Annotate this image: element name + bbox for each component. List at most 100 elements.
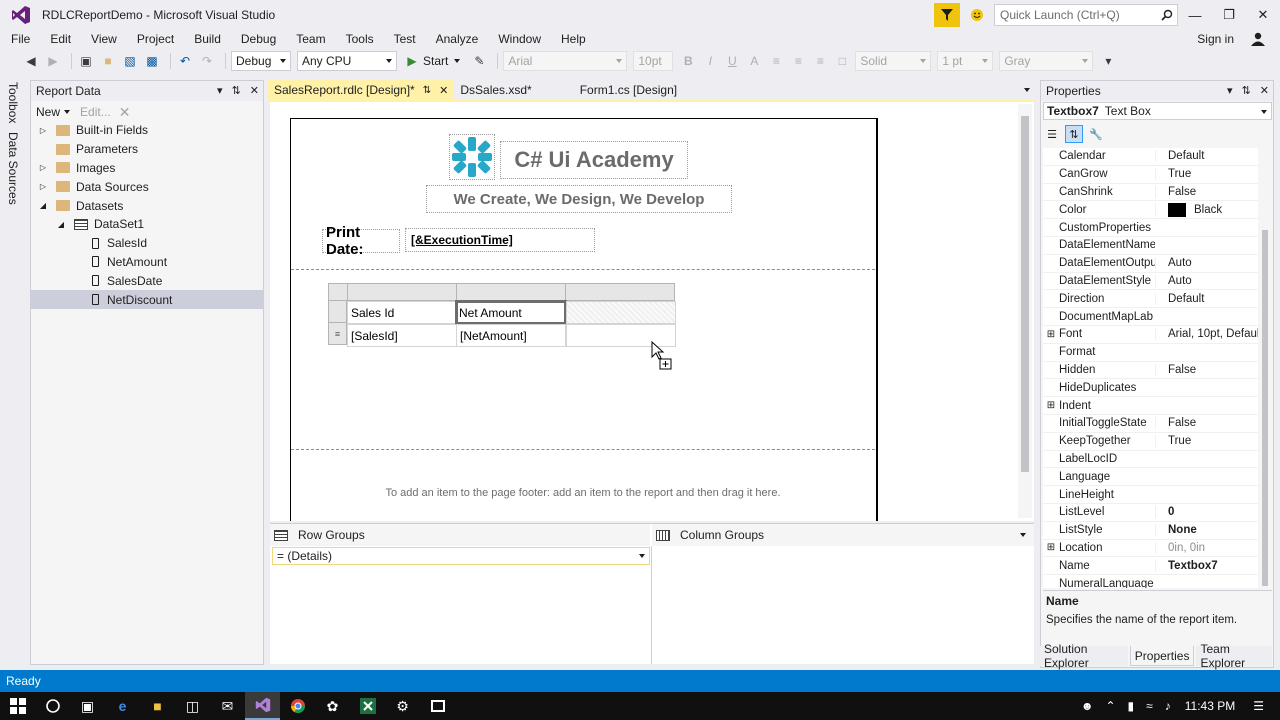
app-icon[interactable]: ✿ xyxy=(315,692,350,720)
close-window-icon[interactable]: ✕ xyxy=(1246,0,1280,30)
alphabetical-icon[interactable]: ⇅ xyxy=(1065,125,1083,143)
categorized-icon[interactable]: ☰ xyxy=(1043,125,1061,143)
property-row-dataelementname[interactable]: DataElementName xyxy=(1043,237,1258,255)
property-row-direction[interactable]: Direction Default xyxy=(1043,290,1258,309)
new-project-icon[interactable]: ▣ xyxy=(77,52,95,70)
page-footer-boundary[interactable] xyxy=(291,449,875,450)
tray-chevron-up-icon[interactable]: ⌃ xyxy=(1105,699,1115,713)
property-row-initialtogglestate[interactable]: InitialToggleState False xyxy=(1043,415,1258,433)
expand-plus-icon[interactable]: ⊞ xyxy=(1043,542,1059,553)
property-row-cangrow[interactable]: CanGrow True xyxy=(1043,166,1258,184)
clock[interactable]: 11:43 PM xyxy=(1185,699,1235,713)
expand-plus-icon[interactable]: ⊞ xyxy=(1043,400,1059,411)
property-row-location[interactable]: ⊞ Location 0in, 0in xyxy=(1043,540,1258,558)
property-value[interactable]: Auto xyxy=(1155,257,1258,270)
table-detail-cell[interactable]: [NetAmount] xyxy=(456,324,566,347)
row-handle[interactable] xyxy=(328,300,347,323)
menu-view[interactable]: View xyxy=(81,32,127,46)
table-header-cell-selected[interactable]: Net Amount xyxy=(455,300,567,325)
property-row-dataelementstyle[interactable]: DataElementStyle Auto xyxy=(1043,273,1258,291)
object-selector[interactable]: Textbox7 Text Box xyxy=(1043,102,1272,120)
close-tab-icon[interactable]: ✕ xyxy=(439,84,448,97)
font-size-select[interactable]: 10pt xyxy=(633,51,674,71)
font-name-select[interactable]: Arial xyxy=(503,51,628,71)
property-row-listlevel[interactable]: ListLevel 0 xyxy=(1043,504,1258,522)
pin-icon[interactable]: ⇅ xyxy=(1242,84,1251,97)
save-all-icon[interactable]: ▩ xyxy=(143,52,161,70)
restore-icon[interactable]: ❐ xyxy=(1212,0,1246,30)
logo-image[interactable] xyxy=(449,134,495,180)
tree-item-salesid[interactable]: SalesId xyxy=(30,234,264,253)
property-row-name[interactable]: Name Textbox7 xyxy=(1043,557,1258,576)
people-icon[interactable]: ☻ xyxy=(1081,699,1094,713)
align-left-icon[interactable]: ≡ xyxy=(767,52,785,70)
property-value[interactable]: False xyxy=(1155,185,1258,198)
toolbar-overflow-icon[interactable]: ▾ xyxy=(1099,52,1117,70)
solution-platform-select[interactable]: Any CPU xyxy=(297,51,397,71)
expand-plus-icon[interactable]: ⊞ xyxy=(1043,329,1059,340)
tree-item-data-sources[interactable]: ▷ Data Sources xyxy=(30,177,264,196)
property-row-language[interactable]: Language xyxy=(1043,468,1258,487)
column-handle[interactable] xyxy=(565,283,675,301)
new-button[interactable]: New xyxy=(36,105,60,119)
property-row-labellocid[interactable]: LabelLocID xyxy=(1043,451,1258,469)
menu-help[interactable]: Help xyxy=(551,32,596,46)
property-value[interactable]: Default xyxy=(1155,150,1258,163)
property-row-format[interactable]: Format xyxy=(1043,344,1258,362)
tree-item-salesdate[interactable]: SalesDate xyxy=(30,271,264,290)
cortana-search-icon[interactable] xyxy=(35,692,70,720)
undo-icon[interactable]: ↶ xyxy=(176,52,194,70)
column-handle[interactable] xyxy=(347,283,457,301)
property-row-keeptogether[interactable]: KeepTogether True xyxy=(1043,433,1258,451)
property-value[interactable]: 0 xyxy=(1155,506,1258,519)
property-value[interactable]: True xyxy=(1155,435,1258,448)
action-center-icon[interactable]: ☰ xyxy=(1253,699,1264,713)
file-explorer-icon[interactable]: ■ xyxy=(140,692,175,720)
close-panel-icon[interactable]: ✕ xyxy=(250,84,259,97)
chevron-down-icon[interactable] xyxy=(64,110,71,114)
navigate-back-icon[interactable]: ◀ xyxy=(22,52,40,70)
properties-scroll-thumb[interactable] xyxy=(1262,230,1268,586)
tab-dssales-xsd[interactable]: DsSales.xsd* xyxy=(454,80,573,100)
close-panel-icon[interactable]: ✕ xyxy=(1260,84,1269,97)
menu-team[interactable]: Team xyxy=(286,32,335,46)
page-header-boundary[interactable] xyxy=(291,269,875,270)
open-file-icon[interactable]: ■ xyxy=(99,52,117,70)
start-play-icon[interactable]: ▶ xyxy=(403,52,421,70)
quick-launch-input[interactable]: Quick Launch (Ctrl+Q) xyxy=(994,4,1178,26)
property-row-indent[interactable]: ⊞ Indent xyxy=(1043,397,1258,415)
border-width-select[interactable]: 1 pt xyxy=(937,51,994,71)
print-date-label[interactable]: Print Date: xyxy=(322,224,400,258)
align-center-icon[interactable]: ≡ xyxy=(789,52,807,70)
chrome-icon[interactable] xyxy=(280,692,315,720)
column-handle[interactable] xyxy=(456,283,566,301)
property-row-hidden[interactable]: Hidden False xyxy=(1043,362,1258,380)
italic-icon[interactable]: I xyxy=(701,52,719,70)
delete-icon[interactable]: ✕ xyxy=(119,104,131,121)
excel-icon[interactable] xyxy=(350,692,385,720)
tree-item-dataset1[interactable]: ◢ DataSet1 xyxy=(30,215,264,234)
app-icon-2[interactable]: ⚙ xyxy=(385,692,420,720)
pin-icon[interactable]: ⇅ xyxy=(423,85,431,96)
menu-debug[interactable]: Debug xyxy=(231,32,286,46)
redo-icon[interactable]: ↷ xyxy=(198,52,216,70)
property-value[interactable]: False xyxy=(1155,363,1258,376)
menu-analyze[interactable]: Analyze xyxy=(426,32,489,46)
property-row-dataelementoutpu[interactable]: DataElementOutpu Auto xyxy=(1043,255,1258,273)
property-row-canshrink[interactable]: CanShrink False xyxy=(1043,184,1258,202)
tablix-corner-handle[interactable] xyxy=(328,283,348,301)
menu-window[interactable]: Window xyxy=(488,32,551,46)
task-view-icon[interactable]: ▣ xyxy=(70,692,105,720)
save-icon[interactable]: ▧ xyxy=(121,52,139,70)
tree-item-images[interactable]: ▷ Images xyxy=(30,159,264,178)
border-style-select[interactable]: Solid xyxy=(855,51,932,71)
windows-start-icon[interactable] xyxy=(0,692,35,720)
attach-icon[interactable]: ✎ xyxy=(470,52,488,70)
battery-icon[interactable]: ▮ xyxy=(1128,699,1135,713)
property-row-numerallanguage[interactable]: NumeralLanguage xyxy=(1043,575,1258,588)
collapse-arrow-icon[interactable]: ◢ xyxy=(56,220,66,229)
property-value[interactable]: Textbox7 xyxy=(1155,559,1258,572)
property-row-liststyle[interactable]: ListStyle None xyxy=(1043,522,1258,540)
menu-build[interactable]: Build xyxy=(184,32,231,46)
tree-item-netdiscount[interactable]: NetDiscount xyxy=(30,290,264,309)
